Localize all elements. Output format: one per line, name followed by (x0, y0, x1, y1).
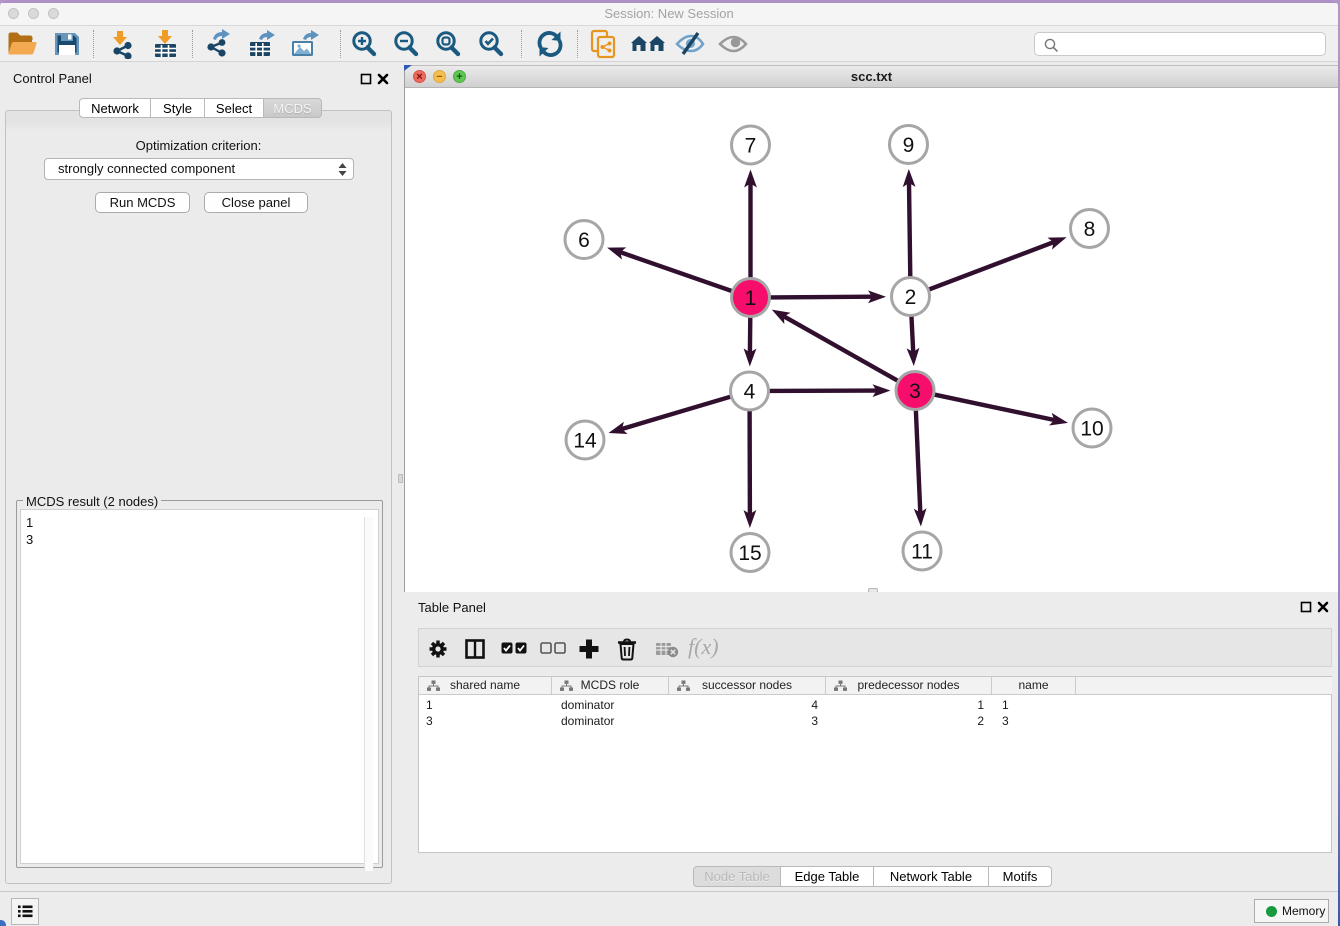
svg-text:3: 3 (909, 380, 921, 403)
svg-text:15: 15 (738, 542, 761, 565)
svg-text:2: 2 (905, 286, 917, 309)
svg-text:11: 11 (911, 541, 933, 564)
svg-text:9: 9 (903, 134, 915, 157)
svg-text:14: 14 (573, 430, 597, 453)
svg-text:1: 1 (745, 287, 757, 310)
svg-text:7: 7 (745, 135, 757, 158)
svg-text:10: 10 (1080, 418, 1103, 441)
svg-text:8: 8 (1084, 218, 1096, 241)
svg-text:6: 6 (578, 229, 590, 252)
svg-text:4: 4 (744, 381, 756, 404)
